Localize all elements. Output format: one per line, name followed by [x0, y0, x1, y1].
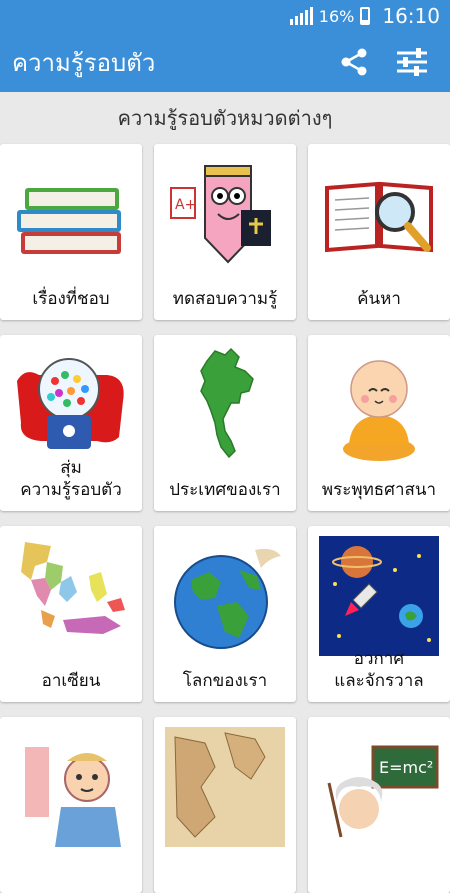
category-random[interactable]: สุ่ม ความรู้รอบตัว	[0, 335, 142, 511]
share-icon[interactable]	[334, 42, 374, 82]
signal-icon	[289, 7, 313, 25]
category-label: พระพุทธศาสนา	[321, 480, 437, 500]
asean-map-icon	[11, 536, 131, 656]
app-bar: ความรู้รอบตัว	[0, 32, 450, 92]
category-asean[interactable]: อาเซียน	[0, 526, 142, 702]
category-label: ประเทศของเรา	[169, 480, 281, 500]
category-label: ค้นหา	[357, 289, 401, 309]
scientist-icon: E=mc²	[327, 745, 439, 838]
status-bar: 16% 16:10	[0, 0, 450, 32]
category-label: โลกของเรา	[182, 671, 268, 691]
battery-percent: 16%	[318, 6, 355, 26]
svg-text:A+: A+	[175, 197, 196, 213]
category-science[interactable]: E=mc²	[308, 717, 450, 893]
section-title: ความรู้รอบตัวหมวดต่างๆ	[117, 106, 333, 130]
svg-text:E=mc²: E=mc²	[379, 758, 433, 777]
sliders-icon[interactable]	[392, 42, 432, 82]
category-our-world[interactable]: โลกของเรา	[154, 526, 296, 702]
globe-icon	[174, 548, 281, 649]
category-quiz[interactable]: A+ ทดสอบความรู้	[154, 144, 296, 320]
category-search[interactable]: ค้นหา	[308, 144, 450, 320]
category-favorites[interactable]: เรื่องที่ชอบ	[0, 144, 142, 320]
category-label: เรื่องที่ชอบ	[32, 289, 110, 309]
books-icon	[17, 188, 121, 254]
app-title: ความรู้รอบตัว	[12, 48, 156, 77]
category-space[interactable]: อวกาศ และจักรวาล	[308, 526, 450, 702]
battery-icon	[360, 7, 371, 25]
category-anatomy[interactable]	[0, 717, 142, 893]
pencil-character-icon: A+	[170, 165, 271, 264]
category-label: ทดสอบความรู้	[172, 289, 278, 309]
anatomy-icon	[25, 747, 121, 847]
monk-icon	[343, 360, 415, 461]
category-label: อวกาศ และจักรวาล	[308, 626, 450, 692]
category-label-text: สุ่ม ความรู้รอบตัว	[20, 458, 122, 500]
clock: 16:10	[382, 4, 440, 28]
category-label: สุ่ม ความรู้รอบตัว	[0, 435, 142, 501]
category-old-map[interactable]	[154, 717, 296, 893]
book-magnifier-icon	[325, 181, 433, 253]
category-label: อาเซียน	[41, 671, 101, 691]
category-label-text: อวกาศ และจักรวาล	[334, 649, 424, 691]
category-buddhism[interactable]: พระพุทธศาสนา	[308, 335, 450, 511]
category-our-country[interactable]: ประเทศของเรา	[154, 335, 296, 511]
thailand-map-icon	[200, 347, 254, 459]
old-map-icon	[165, 727, 285, 847]
